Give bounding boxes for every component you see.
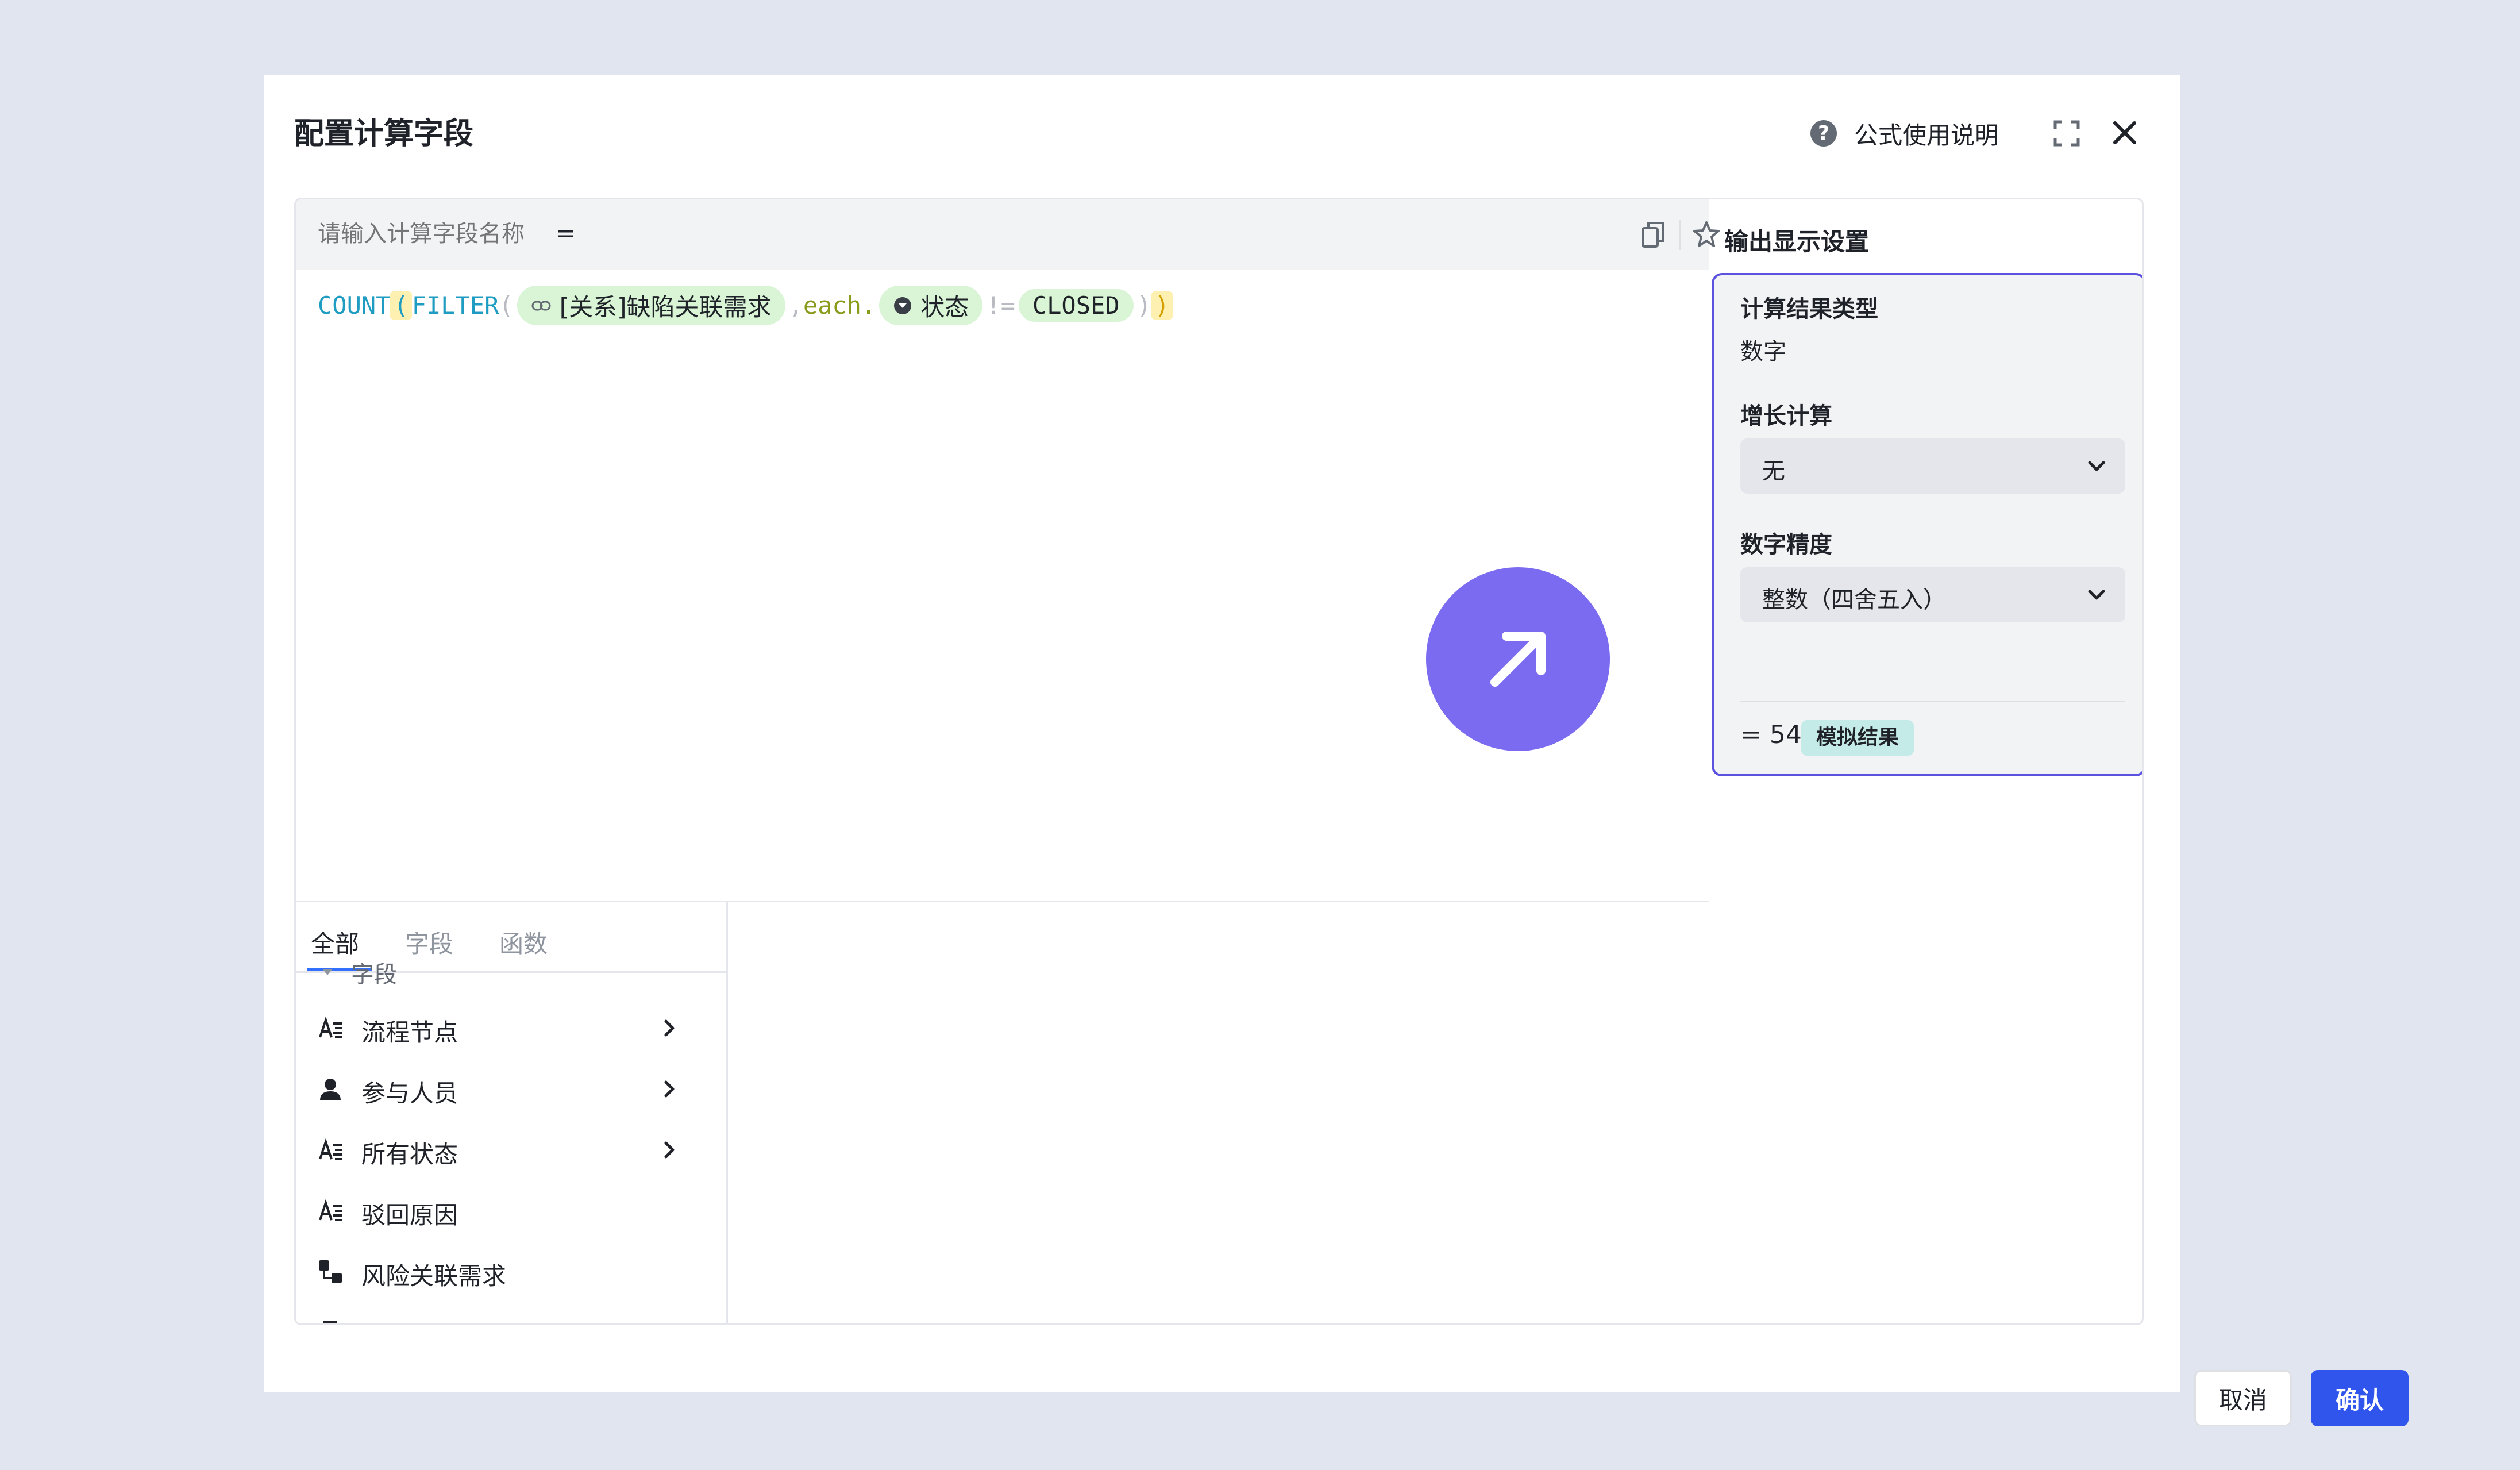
result-type-label: 计算结果类型 [1740,296,1878,322]
function-count: COUNT [318,291,391,320]
text-field-icon [319,1138,342,1160]
star-outline-icon [1693,221,1720,247]
chevron-right-icon [664,1141,675,1159]
field-label: 所有状态 [361,1140,458,1168]
bookmark-icon [323,1321,337,1323]
copy-button[interactable] [1639,220,1667,249]
result-type-value: 数字 [1740,338,1786,365]
value-token-closed[interactable]: CLOSED [1018,289,1134,322]
not-equal-operator: != [986,291,1015,320]
caret-down-icon [323,969,332,975]
equals-sign: = [556,219,576,247]
field-token-relation[interactable]: [关系]缺陷关联需求 [517,286,785,325]
list-item[interactable]: 驳回原因 [296,1181,726,1241]
list-item[interactable]: 所有状态 [296,1120,726,1180]
field-group-header[interactable]: 字段 [321,956,397,989]
status-token-label: 状态 [920,293,969,321]
copy-icon [1642,222,1664,248]
status-token[interactable]: 状态 [879,286,983,325]
growth-calc-value: 无 [1762,458,1785,484]
field-label: 驳回原因 [361,1201,458,1229]
precision-value: 整数（四舍五入） [1762,587,1946,613]
list-item[interactable]: 参与人员 [296,1059,726,1119]
precision-label: 数字精度 [1740,532,1832,558]
list-item[interactable]: 预计跟版版本 [296,1303,726,1323]
growth-calc-label: 增长计算 [1740,403,1832,429]
help-label: 公式使用说明 [1854,121,1999,149]
arrow-up-right-icon [1490,632,1546,687]
header-separator [1679,220,1681,250]
result-divider [1740,701,2125,702]
confirm-button[interactable]: 确认 [2311,1370,2409,1426]
function-filter: FILTER [411,291,499,320]
favorite-button[interactable] [1692,220,1721,249]
cancel-button[interactable]: 取消 [2194,1370,2292,1426]
close-button[interactable] [2109,117,2140,148]
formula-editor-frame: = COUNT ( FILTER ( [294,198,2144,1325]
fullscreen-icon [2053,120,2080,147]
chevron-down-icon [2088,590,2105,600]
simulated-result-badge: 模拟结果 [1801,720,1914,756]
editor-header: = [296,199,1720,270]
field-list: 流程节点 参与人员 所有状态 驳回原因 风险关联需求 [296,998,726,1323]
chevron-right-icon [664,1080,675,1098]
chevron-right-icon [664,1019,675,1037]
floating-action-button[interactable] [1426,567,1610,751]
relation-icon [319,1260,342,1283]
comma: , [788,291,803,320]
tab-functions[interactable]: 函数 [499,925,548,960]
field-name-input[interactable] [318,216,1065,252]
status-dropdown-icon [893,296,912,315]
output-settings-panel: 计算结果类型 数字 增长计算 无 数字精度 整数（四舍五入） = 54 模拟结果 [1712,273,2142,776]
each-keyword: each. [803,291,876,320]
tab-all[interactable]: 全部 [311,925,359,960]
paren-close-filter: ) [1136,291,1151,320]
field-label: 流程节点 [361,1018,458,1046]
field-label: 预计跟版版本 [361,1318,506,1323]
paren-open-count: ( [390,291,412,320]
tab-fields[interactable]: 字段 [405,925,453,960]
paren-close-count: ) [1151,291,1173,320]
list-item[interactable]: 风险关联需求 [296,1242,726,1302]
field-group-label: 字段 [351,961,397,988]
list-item[interactable]: 流程节点 [296,998,726,1058]
field-label: 风险关联需求 [361,1262,507,1290]
precision-select[interactable]: 整数（四舍五入） [1740,567,2125,622]
field-label: 参与人员 [361,1079,458,1107]
person-icon [320,1079,341,1100]
dialog-title: 配置计算字段 [294,117,474,151]
picker-pane-divider [726,901,728,1323]
growth-calc-select[interactable]: 无 [1740,438,2125,494]
formula-help-link[interactable]: ? 公式使用说明 [1810,113,1999,153]
close-icon [2113,121,2136,144]
calculated-field-dialog: 配置计算字段 ? 公式使用说明 = [264,75,2409,1426]
formula-expression[interactable]: COUNT ( FILTER ( [关系]缺陷关联需求 , each. 状态 !… [318,286,1173,325]
question-circle-icon: ? [1810,120,1837,147]
paren-open-filter: ( [499,291,514,320]
simulated-result-value: = 54 [1740,720,1802,749]
text-field-icon [319,1016,342,1038]
text-field-icon [319,1199,342,1221]
field-token-label: [关系]缺陷关联需求 [559,293,772,321]
output-settings-title: 输出显示设置 [1724,228,1870,256]
dialog-header: 配置计算字段 ? 公式使用说明 [264,75,2180,190]
link-icon [531,299,552,313]
fullscreen-button[interactable] [2053,120,2080,147]
chevron-down-icon [2088,461,2105,471]
